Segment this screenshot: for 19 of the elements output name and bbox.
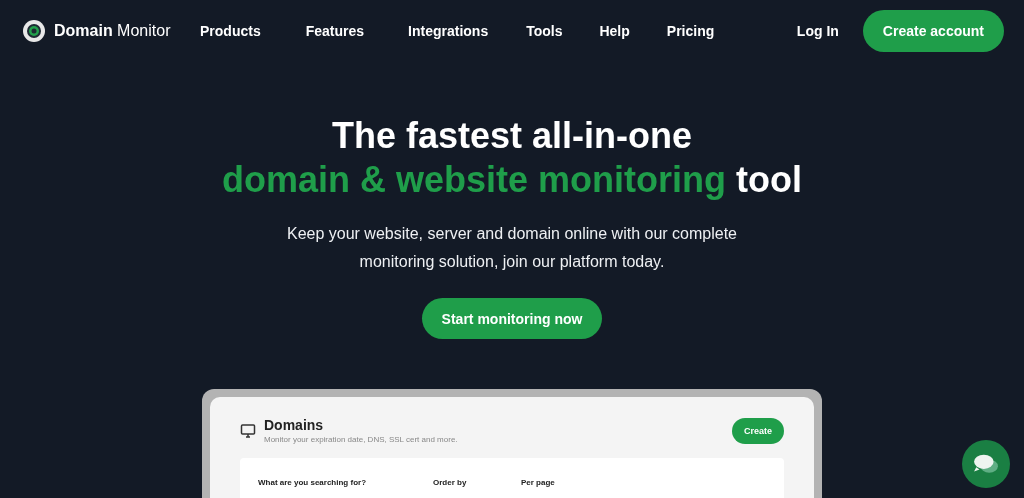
logo-icon (22, 19, 46, 43)
nav-link[interactable]: Integrations (408, 23, 489, 39)
nav-link[interactable]: Features (305, 23, 365, 39)
hero-title: The fastest all-in-one domain & website monitoring tool (222, 114, 802, 202)
nav-link[interactable]: Products (200, 23, 261, 39)
hero-subtitle: Keep your website, server and domain online with our complete monitoring solution, join our platform today. (285, 224, 738, 272)
filter-label: Order by (433, 478, 468, 489)
filter-label: Per page (521, 478, 555, 489)
login-link[interactable]: Log In (796, 23, 839, 39)
chat-bubbles-icon (973, 453, 999, 475)
brand-name[interactable]: Domain Monitor (54, 22, 171, 40)
monitor-icon (240, 422, 256, 439)
nav-link[interactable]: Tools (526, 23, 563, 39)
preview-subtitle: Monitor your expiration date, DNS, SSL cert and more. (264, 435, 459, 444)
nav-link[interactable]: Pricing (666, 23, 715, 39)
chat-button[interactable] (962, 440, 1010, 488)
nav-link[interactable]: Help (599, 23, 630, 39)
preview-title: Domains (264, 417, 325, 433)
filter-label: What are you searching for? (258, 478, 368, 489)
